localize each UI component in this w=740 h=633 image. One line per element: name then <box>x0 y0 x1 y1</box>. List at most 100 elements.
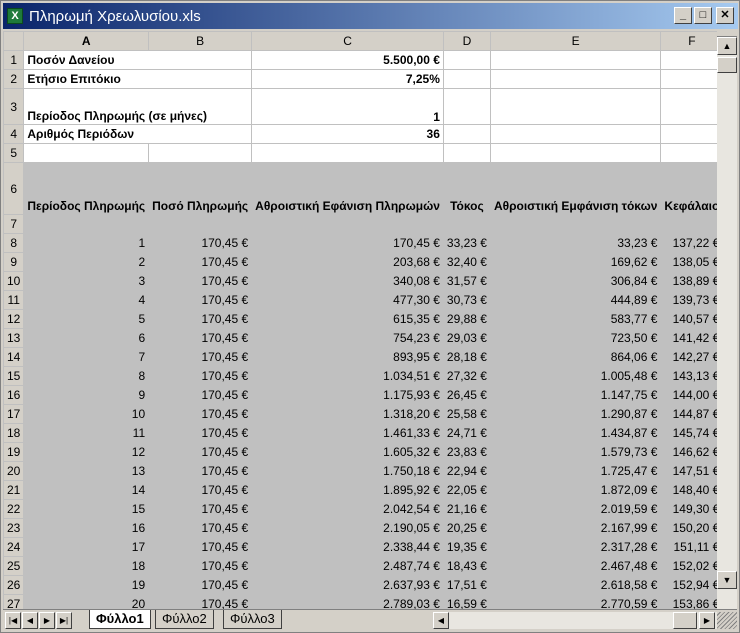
data-cell[interactable]: 203,68 € <box>251 252 444 272</box>
data-cell[interactable]: 754,23 € <box>251 328 444 348</box>
row-header[interactable]: 26 <box>3 575 25 595</box>
data-cell[interactable]: 13 <box>23 461 150 481</box>
data-cell[interactable]: 3 <box>23 271 150 291</box>
data-cell[interactable]: 1.034,51 € <box>251 366 444 386</box>
data-cell[interactable]: 1.005,48 € <box>489 366 662 386</box>
column-header[interactable]: C <box>251 31 444 51</box>
data-cell[interactable]: 2.637,93 € <box>251 575 444 595</box>
empty-cell[interactable] <box>251 143 444 163</box>
row-header[interactable]: 18 <box>3 423 25 443</box>
data-cell[interactable]: 19,35 € <box>442 537 491 557</box>
data-cell[interactable]: 17 <box>23 537 150 557</box>
data-cell[interactable]: 2.618,58 € <box>489 575 662 595</box>
row-header[interactable]: 24 <box>3 537 25 557</box>
data-cell[interactable]: 138,89 € <box>660 271 717 291</box>
scroll-up-button[interactable]: ▲ <box>717 37 737 55</box>
input-value-cell[interactable]: 36 <box>251 124 444 144</box>
data-cell[interactable]: 19 <box>23 575 150 595</box>
maximize-button[interactable]: □ <box>694 7 712 24</box>
data-cell[interactable]: 170,45 € <box>148 404 253 424</box>
row-header[interactable]: 19 <box>3 442 25 462</box>
data-cell[interactable]: 1.434,87 € <box>489 423 662 443</box>
data-cell[interactable]: 28,18 € <box>442 347 491 367</box>
data-cell[interactable]: 24,71 € <box>442 423 491 443</box>
data-cell[interactable]: 153,86 € <box>660 594 717 609</box>
data-cell[interactable]: 170,45 € <box>148 252 253 272</box>
data-cell[interactable]: 16 <box>23 518 150 538</box>
row-header[interactable]: 25 <box>3 556 25 576</box>
prev-sheet-button[interactable]: ◀ <box>22 612 38 629</box>
data-cell[interactable]: 22,94 € <box>442 461 491 481</box>
data-cell[interactable]: 2.042,54 € <box>251 499 444 519</box>
data-cell[interactable]: 1.750,18 € <box>251 461 444 481</box>
column-header[interactable]: E <box>489 31 662 51</box>
row-header[interactable]: 7 <box>3 214 25 234</box>
empty-cell[interactable] <box>442 214 491 234</box>
data-cell[interactable]: 18,43 € <box>442 556 491 576</box>
empty-cell[interactable] <box>489 214 662 234</box>
column-title-cell[interactable]: Αθροιστική Εμφάνιση τόκων <box>489 162 662 215</box>
empty-cell[interactable] <box>442 69 491 89</box>
data-cell[interactable]: 29,03 € <box>442 328 491 348</box>
row-header[interactable]: 12 <box>3 309 25 329</box>
data-cell[interactable]: 4 <box>23 290 150 310</box>
data-cell[interactable]: 170,45 € <box>148 461 253 481</box>
data-cell[interactable]: 1.175,93 € <box>251 385 444 405</box>
column-title-cell[interactable]: Περίοδος Πληρωμής <box>23 162 150 215</box>
column-header[interactable]: D <box>442 31 491 51</box>
data-cell[interactable]: 20 <box>23 594 150 609</box>
data-cell[interactable]: 169,62 € <box>489 252 662 272</box>
input-value-cell[interactable]: 5.500,00 € <box>251 50 444 70</box>
empty-cell[interactable] <box>148 143 253 163</box>
data-cell[interactable]: 1.895,92 € <box>251 480 444 500</box>
data-cell[interactable]: 15 <box>23 499 150 519</box>
row-header[interactable]: 23 <box>3 518 25 538</box>
horizontal-scrollbar[interactable]: ◀ ▶ <box>433 612 717 629</box>
data-cell[interactable]: 170,45 € <box>148 385 253 405</box>
data-cell[interactable]: 1.318,20 € <box>251 404 444 424</box>
empty-cell[interactable] <box>660 88 717 125</box>
data-cell[interactable]: 138,05 € <box>660 252 717 272</box>
data-cell[interactable]: 170,45 € <box>148 309 253 329</box>
data-cell[interactable]: 444,89 € <box>489 290 662 310</box>
data-cell[interactable]: 1.290,87 € <box>489 404 662 424</box>
row-header[interactable]: 11 <box>3 290 25 310</box>
data-cell[interactable]: 31,57 € <box>442 271 491 291</box>
row-header[interactable]: 27 <box>3 594 25 609</box>
tab-sheet1[interactable]: Φύλλο1 <box>89 610 151 629</box>
data-cell[interactable]: 11 <box>23 423 150 443</box>
data-cell[interactable]: 1.872,09 € <box>489 480 662 500</box>
data-cell[interactable]: 170,45 € <box>148 518 253 538</box>
data-cell[interactable]: 170,45 € <box>148 423 253 443</box>
row-header[interactable]: 8 <box>3 233 25 253</box>
row-header[interactable]: 13 <box>3 328 25 348</box>
data-cell[interactable]: 2.338,44 € <box>251 537 444 557</box>
empty-cell[interactable] <box>489 88 662 125</box>
data-cell[interactable]: 143,13 € <box>660 366 717 386</box>
data-cell[interactable]: 6 <box>23 328 150 348</box>
empty-cell[interactable] <box>660 69 717 89</box>
data-cell[interactable]: 23,83 € <box>442 442 491 462</box>
empty-cell[interactable] <box>442 143 491 163</box>
data-cell[interactable]: 893,95 € <box>251 347 444 367</box>
next-sheet-button[interactable]: ▶ <box>39 612 55 629</box>
column-title-cell[interactable]: Αθροιστική Εφάνιση Πληρωμών <box>251 162 444 215</box>
data-cell[interactable]: 22,05 € <box>442 480 491 500</box>
empty-cell[interactable] <box>23 143 150 163</box>
row-header[interactable]: 15 <box>3 366 25 386</box>
data-cell[interactable]: 21,16 € <box>442 499 491 519</box>
data-cell[interactable]: 17,51 € <box>442 575 491 595</box>
data-cell[interactable]: 5 <box>23 309 150 329</box>
row-header[interactable]: 5 <box>3 143 25 163</box>
data-cell[interactable]: 170,45 € <box>251 233 444 253</box>
column-title-cell[interactable]: Ποσό Πληρωμής <box>148 162 253 215</box>
data-cell[interactable]: 2.770,59 € <box>489 594 662 609</box>
select-all-corner[interactable] <box>3 31 25 51</box>
empty-cell[interactable] <box>442 50 491 70</box>
data-cell[interactable]: 170,45 € <box>148 347 253 367</box>
row-header[interactable]: 22 <box>3 499 25 519</box>
scroll-right-button[interactable]: ▶ <box>699 612 715 629</box>
row-header[interactable]: 6 <box>3 162 25 215</box>
column-title-cell[interactable]: Κεφάλαιο <box>660 162 717 215</box>
row-header[interactable]: 9 <box>3 252 25 272</box>
